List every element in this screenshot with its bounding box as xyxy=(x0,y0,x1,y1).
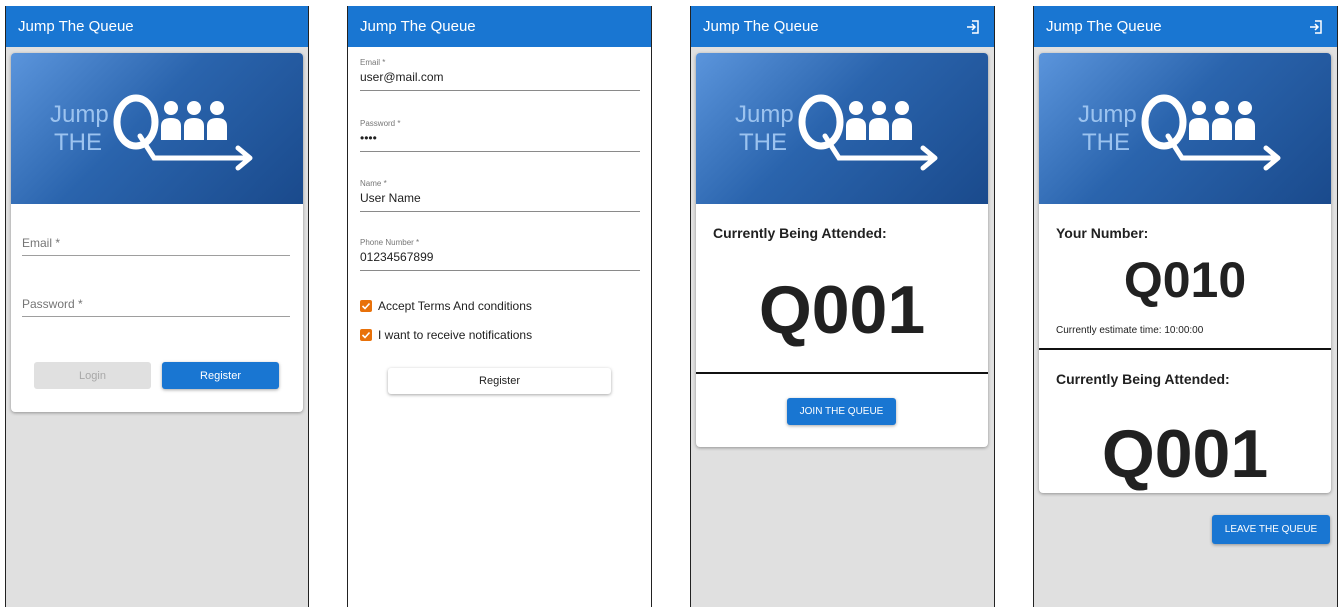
join-queue-button[interactable]: JOIN THE QUEUE xyxy=(787,398,896,425)
estimate-time: Currently estimate time: 10:00:00 xyxy=(1056,325,1204,336)
app-toolbar: Jump The Queue xyxy=(348,6,651,47)
app-title: Jump The Queue xyxy=(18,18,134,35)
logo-banner: Jump THE xyxy=(1039,53,1331,204)
terms-checkbox[interactable]: Accept Terms And conditions xyxy=(360,299,532,313)
register-screen: Jump The Queue Email * user@mail.com Pas… xyxy=(347,6,652,607)
register-button[interactable]: Register xyxy=(162,362,279,389)
phone-field[interactable]: Phone Number * 01234567899 xyxy=(360,238,640,271)
email-label: Email * xyxy=(360,58,386,67)
attended-number: Q001 xyxy=(1101,416,1269,492)
jump-the-queue-logo: Jump THE xyxy=(735,94,938,170)
ticket-card: Jump THE Your Number: Q010 Currently est… xyxy=(1039,53,1331,493)
email-value: user@mail.com xyxy=(360,70,444,84)
terms-label: Accept Terms And conditions xyxy=(378,299,532,313)
phone-value: 01234567899 xyxy=(360,250,434,264)
svg-text:Jump: Jump xyxy=(735,101,794,128)
attended-label: Currently Being Attended: xyxy=(1056,371,1230,387)
logo-banner: Jump THE xyxy=(11,53,303,204)
svg-text:Jump: Jump xyxy=(1078,101,1137,128)
name-field[interactable]: Name * User Name xyxy=(360,179,640,212)
notifications-checkbox[interactable]: I want to receive notifications xyxy=(360,328,532,342)
app-title: Jump The Queue xyxy=(703,18,819,35)
ticket-screen: Jump The Queue Jump THE Your Number: Q01… xyxy=(1033,6,1338,607)
checkmark-icon xyxy=(360,300,372,312)
password-label: Password * xyxy=(22,297,83,311)
logout-icon[interactable] xyxy=(1307,18,1325,36)
checkmark-icon xyxy=(360,329,372,341)
svg-text:THE: THE xyxy=(739,129,787,156)
svg-text:THE: THE xyxy=(1082,129,1130,156)
login-screen: Jump The Queue Jump THE Email * Password… xyxy=(5,6,309,607)
password-value: •••• xyxy=(360,131,377,145)
app-toolbar: Jump The Queue xyxy=(6,6,308,47)
logout-icon[interactable] xyxy=(964,18,982,36)
app-title: Jump The Queue xyxy=(1046,18,1162,35)
divider xyxy=(1039,348,1331,350)
queue-card: Jump THE Currently Being Attended: Q001 … xyxy=(696,53,988,447)
app-toolbar: Jump The Queue xyxy=(1034,6,1337,47)
notifications-label: I want to receive notifications xyxy=(378,328,533,342)
logo-banner: Jump THE xyxy=(696,53,988,204)
divider xyxy=(696,372,988,374)
your-number-label: Your Number: xyxy=(1056,225,1149,241)
email-label: Email * xyxy=(22,236,61,250)
queue-screen: Jump The Queue Jump THE Currently Being … xyxy=(690,6,995,607)
attended-number: Q001 xyxy=(758,272,926,348)
your-number: Q010 xyxy=(1123,252,1247,308)
password-label: Password * xyxy=(360,119,401,128)
attended-label: Currently Being Attended: xyxy=(713,225,887,241)
email-field[interactable]: Email * user@mail.com xyxy=(360,58,640,91)
password-field[interactable]: Password * •••• xyxy=(360,119,640,152)
leave-queue-button[interactable]: LEAVE THE QUEUE xyxy=(1212,515,1330,544)
login-card: Jump THE Email * Password * Login Regist… xyxy=(11,53,303,412)
password-field[interactable]: Password * xyxy=(22,290,290,317)
jump-the-queue-logo: Jump THE xyxy=(50,94,253,170)
app-toolbar: Jump The Queue xyxy=(691,6,994,47)
app-title: Jump The Queue xyxy=(360,18,476,35)
phone-label: Phone Number * xyxy=(360,238,420,247)
login-button[interactable]: Login xyxy=(34,362,151,389)
svg-text:Jump: Jump xyxy=(50,101,109,128)
email-field[interactable]: Email * xyxy=(22,229,290,256)
svg-text:THE: THE xyxy=(54,129,102,156)
jump-the-queue-logo: Jump THE xyxy=(1078,94,1281,170)
name-value: User Name xyxy=(360,191,421,205)
name-label: Name * xyxy=(360,179,387,188)
register-submit-button[interactable]: Register xyxy=(388,368,611,394)
